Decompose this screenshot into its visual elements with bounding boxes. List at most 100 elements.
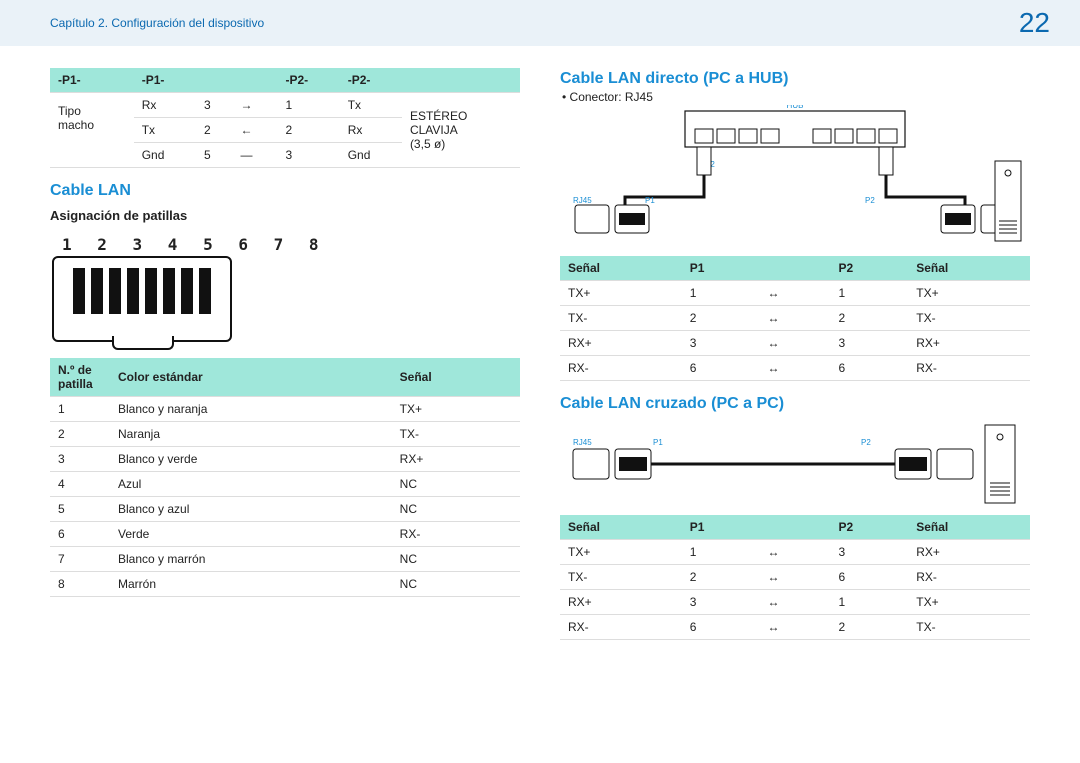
txt: Tipo (58, 104, 81, 118)
cell: TX- (908, 615, 1030, 640)
cell: TX- (908, 306, 1030, 331)
cell: 1 (682, 540, 760, 565)
right-column: Cable LAN directo (PC a HUB) • Conector:… (560, 66, 1030, 640)
cell: RX- (392, 522, 520, 547)
svg-text:RJ45: RJ45 (573, 438, 592, 447)
cell: ↔ (759, 281, 830, 306)
cell: TX+ (560, 540, 682, 565)
cell: TX+ (908, 590, 1030, 615)
th: Señal (560, 515, 682, 540)
txt: (3,5 ø) (410, 137, 445, 151)
cell: Rx (340, 118, 402, 143)
cell: RX- (560, 615, 682, 640)
cell: TX+ (908, 281, 1030, 306)
page-number: 22 (1019, 7, 1050, 39)
cell: 1 (830, 281, 908, 306)
cell: Blanco y marrón (110, 547, 392, 572)
direct-lan-diagram: HUB P2 P1 RJ45 P (560, 110, 1030, 250)
th (232, 68, 277, 93)
cell: Tx (340, 93, 402, 118)
cell: 6 (830, 565, 908, 590)
cell: 6 (682, 615, 760, 640)
cell: 1 (277, 93, 339, 118)
cell: NC (392, 497, 520, 522)
cell: 6 (50, 522, 110, 547)
cell: 3 (682, 590, 760, 615)
cell: Marrón (110, 572, 392, 597)
chapter-title: Capítulo 2. Configuración del dispositiv… (50, 16, 264, 30)
cell: 2 (830, 306, 908, 331)
cell: 5 (196, 143, 233, 168)
cell: RX+ (560, 331, 682, 356)
subtitle-pin-assignment: Asignación de patillas (50, 208, 520, 223)
cell: 3 (50, 447, 110, 472)
cell: RX+ (908, 331, 1030, 356)
pin-color-table: N.º de patilla Color estándar Señal 1Bla… (50, 358, 520, 597)
rj45-connector-icon (52, 256, 232, 342)
th: Señal (908, 256, 1030, 281)
txt: CLAVIJA (410, 123, 458, 137)
cell: TX- (560, 306, 682, 331)
th: Color estándar (110, 358, 392, 397)
cell: RX- (560, 356, 682, 381)
cell: ↔ (759, 331, 830, 356)
th: -P1- (50, 68, 134, 93)
cell: TX- (392, 422, 520, 447)
cell: 3 (682, 331, 760, 356)
th (759, 256, 830, 281)
cell: ↔ (759, 590, 830, 615)
svg-text:P2: P2 (861, 438, 871, 447)
svg-text:P1: P1 (653, 438, 663, 447)
hub-label: HUB (787, 105, 804, 110)
left-column: -P1- -P1- -P2- -P2- Tipo macho Rx 3 → 1 … (50, 66, 520, 640)
cell: RX- (908, 565, 1030, 590)
th: N.º de patilla (50, 358, 110, 397)
cell: 2 (277, 118, 339, 143)
th: P2 (830, 515, 908, 540)
cell: 6 (682, 356, 760, 381)
cell: 1 (50, 397, 110, 422)
cell (50, 143, 134, 168)
cell: RX+ (392, 447, 520, 472)
cell: NC (392, 572, 520, 597)
cell: 7 (50, 547, 110, 572)
svg-text:RJ45: RJ45 (573, 196, 592, 205)
section-direct-lan: Cable LAN directo (PC a HUB) (560, 70, 1030, 88)
cell: Gnd (134, 143, 196, 168)
cell: 3 (196, 93, 233, 118)
cell: TX+ (392, 397, 520, 422)
cross-lan-diagram: RJ45 P1 P2 (560, 419, 1030, 509)
cell: 8 (50, 572, 110, 597)
cell: Blanco y naranja (110, 397, 392, 422)
cell: 3 (830, 540, 908, 565)
cell: NC (392, 547, 520, 572)
svg-text:P2: P2 (865, 196, 875, 205)
cell: → (232, 93, 277, 118)
cell: ↔ (759, 540, 830, 565)
th: Señal (392, 358, 520, 397)
cell: 5 (50, 497, 110, 522)
cell: 2 (50, 422, 110, 447)
pin-numbers: 1 2 3 4 5 6 7 8 (52, 235, 520, 254)
cell: Tx (134, 118, 196, 143)
cross-lan-table: Señal P1 P2 Señal TX+1↔3RX+TX-2↔6RX-RX+3… (560, 515, 1030, 640)
th: Señal (908, 515, 1030, 540)
th: Señal (560, 256, 682, 281)
th (759, 515, 830, 540)
stereo-plug-table: -P1- -P1- -P2- -P2- Tipo macho Rx 3 → 1 … (50, 68, 520, 168)
cell: Gnd (340, 143, 402, 168)
cell: Blanco y azul (110, 497, 392, 522)
cell: Rx (134, 93, 196, 118)
cell: 2 (196, 118, 233, 143)
cell: Azul (110, 472, 392, 497)
direct-lan-table: Señal P1 P2 Señal TX+1↔1TX+TX-2↔2TX-RX+3… (560, 256, 1030, 381)
cell: 1 (830, 590, 908, 615)
cell: 2 (682, 565, 760, 590)
cell: 2 (830, 615, 908, 640)
th: P1 (682, 515, 760, 540)
cell: Naranja (110, 422, 392, 447)
cell: ↔ (759, 356, 830, 381)
cell: RX+ (908, 540, 1030, 565)
cell: 6 (830, 356, 908, 381)
cell: Blanco y verde (110, 447, 392, 472)
